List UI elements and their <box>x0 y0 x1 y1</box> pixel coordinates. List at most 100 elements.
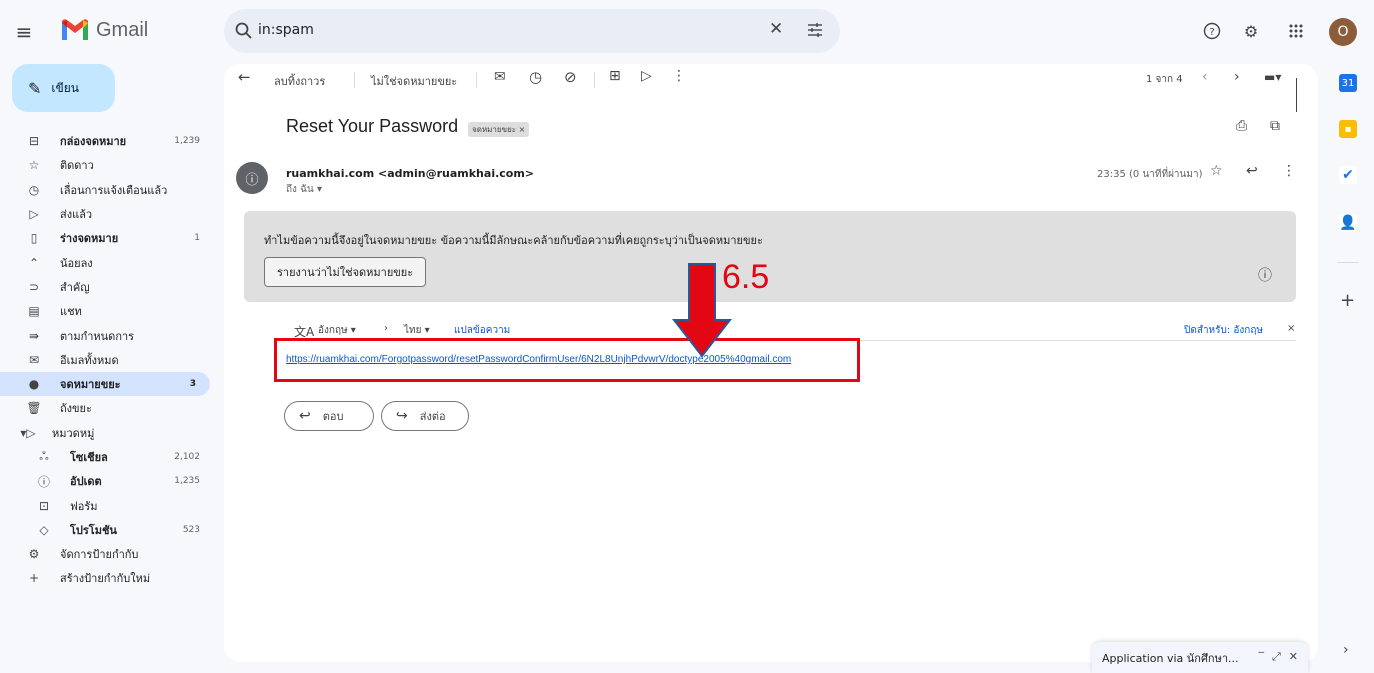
spam-label-chip[interactable]: จดหมายขยะ × <box>468 122 530 137</box>
close-icon[interactable]: ✕ <box>1289 650 1298 664</box>
sidebar-item-social[interactable]: ஃ โซเชียล 2,102 <box>0 445 214 469</box>
minimize-icon[interactable]: ‾ <box>1258 650 1264 664</box>
all-mail-icon: ✉ <box>28 352 40 367</box>
send-icon: ▷ <box>29 207 39 222</box>
label-icon[interactable]: ▷ <box>641 68 652 84</box>
expand-panel-chevron-icon[interactable]: › <box>1343 642 1349 658</box>
sidebar-item-create-label[interactable]: + สร้างป้ายกำกับใหม่ <box>0 566 214 590</box>
print-icon[interactable]: ⎙ <box>1236 118 1247 134</box>
contacts-icon[interactable]: 👤 <box>1339 214 1357 232</box>
sidebar-item-less[interactable]: ⌃ น้อยลง <box>0 250 214 274</box>
sidebar-item-updates[interactable]: ⓘ อัปเดต 1,235 <box>0 469 214 493</box>
clock-icon: ◷ <box>28 182 40 197</box>
message-more-icon[interactable]: ⋮ <box>1282 163 1296 179</box>
keep-icon[interactable]: ▪ <box>1339 120 1357 138</box>
unread-count: 1,239 <box>174 136 200 147</box>
sidebar-item-inbox[interactable]: ⊟ กล่องจดหมาย 1,239 <box>0 129 214 153</box>
pencil-icon: ✎ <box>28 78 42 98</box>
turn-off-translation-link[interactable]: ปิดสำหรับ: อังกฤษ <box>1184 323 1263 338</box>
sidebar-item-scheduled[interactable]: ⇛ ตามกำหนดการ <box>0 323 214 347</box>
target-language-select[interactable]: ไทย ▾ <box>404 323 430 338</box>
sidebar-item-all-mail[interactable]: ✉ อีเมลทั้งหมด <box>0 348 214 372</box>
calendar-icon[interactable]: 31 <box>1339 74 1357 92</box>
sidebar-item-label: กล่องจดหมาย <box>60 135 127 149</box>
forward-button[interactable]: ↪ ส่งต่อ <box>381 401 469 431</box>
sidebar-item-sent[interactable]: ▷ ส่งแล้ว <box>0 202 214 226</box>
reply-button[interactable]: ↩ ตอบ <box>284 401 374 431</box>
sidebar-item-trash[interactable]: 🗑 ถังขยะ <box>0 396 214 420</box>
star-icon[interactable]: ☆ <box>1210 163 1223 179</box>
minimized-draft-window[interactable]: Application via นักศึกษา... ‾ ⤢ ✕ <box>1092 642 1308 673</box>
clear-search-icon[interactable]: ✕ <box>769 19 783 39</box>
sidebar-item-label: ถังขยะ <box>60 402 92 416</box>
toolbar-divider <box>354 72 355 88</box>
move-to-folder-icon[interactable]: ⊞ <box>609 68 621 84</box>
trash-icon: 🗑 <box>26 401 42 416</box>
gmail-m-icon <box>62 19 88 40</box>
annotation-highlight-box <box>274 338 860 382</box>
manage-labels-icon: ⚙ <box>28 547 40 562</box>
inbox-icon: ⊟ <box>28 134 40 149</box>
translate-message-link[interactable]: แปลข้อความ <box>454 323 510 338</box>
sidebar-item-label: โปรโมชัน <box>70 523 117 537</box>
input-tools-icon[interactable]: ▬▾ <box>1264 70 1281 84</box>
info-icon[interactable]: ⓘ <box>1258 265 1272 285</box>
reply-icon[interactable]: ↩ <box>1246 163 1258 179</box>
source-language-select[interactable]: อังกฤษ ▾ <box>318 323 356 338</box>
sidebar-item-important[interactable]: ⊃ สำคัญ <box>0 275 214 299</box>
sidebar-item-spam[interactable]: ● จดหมายขยะ 3 <box>0 371 210 397</box>
newer-chevron-icon[interactable]: ‹ <box>1202 69 1208 85</box>
sidebar-item-chat[interactable]: ▤ แชท <box>0 299 214 323</box>
scrollbar-indicator[interactable] <box>1296 78 1297 112</box>
sidebar-item-label: อัปเดต <box>70 475 102 489</box>
sidebar-nav: ⊟ กล่องจดหมาย 1,239 ☆ ติดดาว ◷ เลื่อนการ… <box>0 129 214 591</box>
compose-button[interactable]: ✎ เขียน <box>12 64 115 112</box>
sidebar-item-label: เลื่อนการแจ้งเตือนแล้ว <box>60 183 168 197</box>
sidebar-item-drafts[interactable]: ▯ ร่างจดหมาย 1 <box>0 226 214 250</box>
not-spam-button[interactable]: ไม่ใช่จดหมายขยะ <box>371 72 457 90</box>
sidebar-item-forums[interactable]: ⊡ ฟอรัม <box>0 493 214 517</box>
category-icon: ▾▷ <box>20 425 36 440</box>
search-options-icon[interactable] <box>806 21 824 39</box>
social-count: 2,102 <box>174 452 200 462</box>
settings-gear-icon[interactable]: ⚙ <box>1236 16 1266 46</box>
minimized-window-title: Application via นักศึกษา... <box>1102 651 1239 665</box>
more-options-icon[interactable]: ⋮ <box>672 68 686 84</box>
sidebar-item-promotions[interactable]: ◇ โปรโมชัน 523 <box>0 518 214 542</box>
gmail-logo[interactable]: Gmail <box>60 18 148 42</box>
toolbar-divider <box>594 72 595 88</box>
chat-icon: ▤ <box>28 304 40 319</box>
sidebar-item-starred[interactable]: ☆ ติดดาว <box>0 153 214 177</box>
snooze-clock-icon[interactable]: ◷ <box>529 68 542 86</box>
back-arrow-icon[interactable]: ← <box>238 68 251 86</box>
help-icon[interactable]: ? <box>1197 16 1227 46</box>
add-task-icon[interactable]: ⊘ <box>564 68 577 86</box>
mark-unread-icon[interactable]: ✉ <box>494 69 506 85</box>
sidebar-item-label: ตามกำหนดการ <box>60 329 135 343</box>
search-bar[interactable]: in:spam ✕ <box>224 9 840 53</box>
open-new-window-icon[interactable]: ⧉ <box>1270 118 1280 134</box>
delete-forever-button[interactable]: ลบทิ้งถาวร <box>274 72 325 90</box>
expand-icon[interactable]: ⤢ <box>1272 650 1281 664</box>
sidebar-item-snoozed[interactable]: ◷ เลื่อนการแจ้งเตือนแล้ว <box>0 178 214 202</box>
sidebar-item-manage-labels[interactable]: ⚙ จัดการป้ายกำกับ <box>0 542 214 566</box>
star-icon: ☆ <box>28 158 40 173</box>
tasks-icon[interactable]: ✔ <box>1339 166 1357 184</box>
main-menu-icon[interactable]: ≡ <box>12 20 36 44</box>
account-avatar[interactable]: O <box>1329 18 1357 46</box>
sidebar-item-label: ฟอรัม <box>70 499 98 513</box>
sidebar-item-label: ส่งแล้ว <box>60 208 93 222</box>
apps-grid-icon[interactable] <box>1281 16 1311 46</box>
sidebar-item-categories[interactable]: ▾▷ หมวดหมู่ <box>0 421 214 445</box>
arrow-right-icon: › <box>384 323 388 334</box>
report-not-spam-button[interactable]: รายงานว่าไม่ใช่จดหมายขยะ <box>264 257 427 287</box>
window-controls: ‾ ⤢ ✕ <box>1258 650 1298 664</box>
close-translate-icon[interactable]: × <box>1287 323 1295 334</box>
older-chevron-icon[interactable]: › <box>1234 69 1240 85</box>
sidebar-item-label: ร่างจดหมาย <box>60 232 119 246</box>
forum-icon: ⊡ <box>38 498 50 513</box>
search-icon[interactable] <box>234 21 254 41</box>
search-input[interactable]: in:spam <box>258 22 314 38</box>
add-addon-icon[interactable]: + <box>1340 290 1355 311</box>
recipient-dropdown[interactable]: ถึง ฉัน ▾ <box>286 182 322 197</box>
